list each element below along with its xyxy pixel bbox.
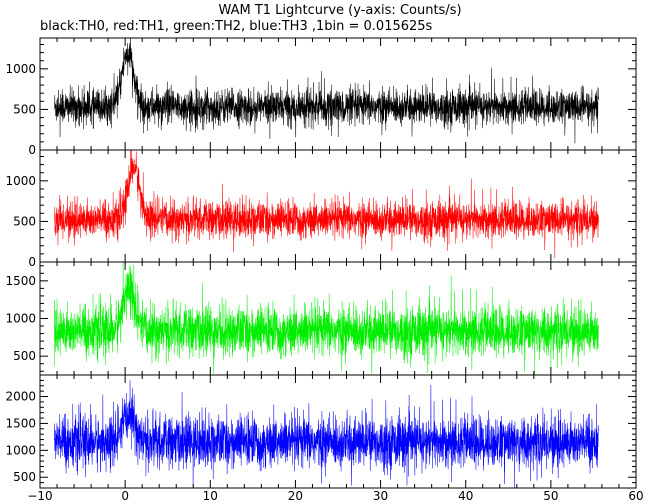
x-tick-label: 30 — [373, 489, 388, 503]
y-tick-label: 1000 — [5, 62, 36, 76]
chart-subtitle: black:TH0, red:TH1, green:TH2, blue:TH3 … — [40, 19, 433, 34]
panels-group: 0 500 1000 0 500 1000 500 1000 1500 500 1000 1500 20… — [5, 37, 637, 489]
chart-title: WAM T1 Lightcurve (y-axis: Counts/s) — [218, 3, 461, 18]
y-tick-label: 500 — [13, 102, 36, 116]
x-tick-label: −10 — [27, 489, 52, 503]
y-tick-label: 0 — [28, 143, 36, 157]
panel-frame — [39, 261, 637, 376]
y-tick-label: 1000 — [5, 312, 36, 326]
y-tick-label: 500 — [13, 349, 36, 363]
panel-th2: 500 1000 1500 — [5, 261, 637, 376]
y-tick-label: 500 — [13, 470, 36, 484]
y-tick-label: 500 — [13, 214, 36, 228]
y-tick-label: 1500 — [5, 274, 36, 288]
x-tick-label: 60 — [628, 489, 643, 503]
y-tick-label: 2000 — [5, 390, 36, 404]
y-tick-label: 1000 — [5, 174, 36, 188]
series-line-th1 — [54, 150, 599, 259]
panel-frame — [39, 374, 637, 489]
x-tick-label: 40 — [458, 489, 473, 503]
series-line-th2 — [54, 262, 599, 375]
y-tick-label: 1000 — [5, 443, 36, 457]
x-tick-label: 0 — [121, 489, 129, 503]
x-tick-label: 10 — [203, 489, 218, 503]
panel-th3: 500 1000 1500 2000 — [5, 374, 637, 489]
y-tick-label: 0 — [28, 255, 36, 269]
panel-th0: 0 500 1000 — [5, 37, 637, 157]
x-axis: −10 0 10 20 30 40 50 60 — [27, 489, 643, 503]
series-line-th3 — [54, 380, 599, 488]
y-tick-label: 1500 — [5, 416, 36, 430]
panel-th1: 0 500 1000 — [5, 149, 637, 269]
lightcurve-figure: WAM T1 Lightcurve (y-axis: Counts/s) bla… — [5, 3, 643, 503]
series-line-th0 — [54, 38, 599, 144]
x-tick-label: 50 — [543, 489, 558, 503]
x-tick-label: 20 — [288, 489, 303, 503]
